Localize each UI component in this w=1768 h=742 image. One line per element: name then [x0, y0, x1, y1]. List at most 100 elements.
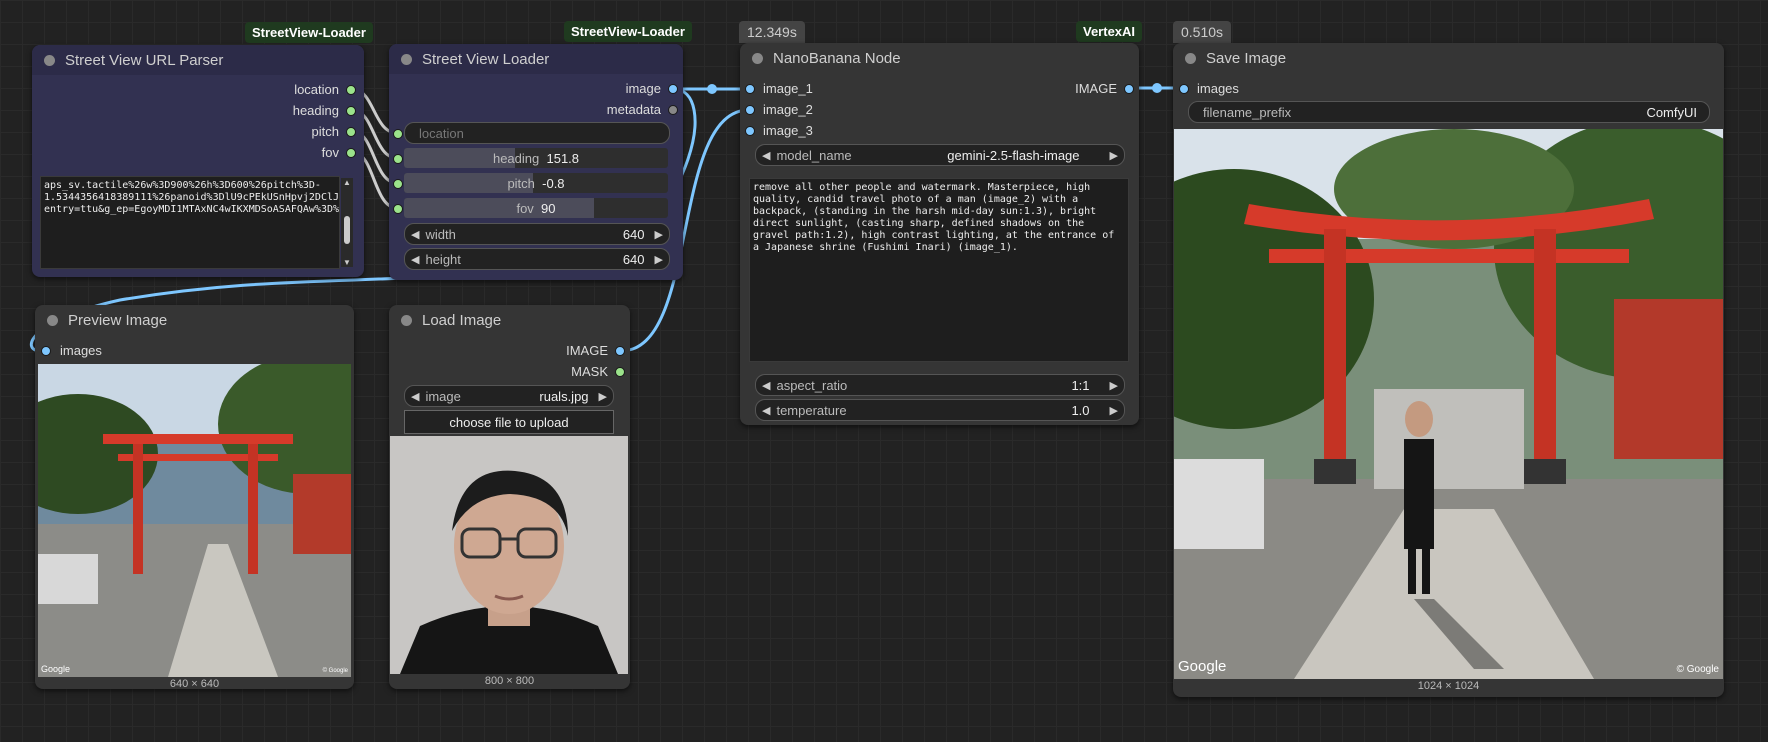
output-slot-fov[interactable]: fov: [322, 145, 356, 160]
height-stepper[interactable]: ◀ height 640 ▶: [404, 248, 670, 270]
output-slot-image[interactable]: image: [626, 81, 678, 96]
input-dot-location[interactable]: [393, 129, 403, 139]
scroll-up-icon[interactable]: ▲: [343, 178, 351, 187]
node-header[interactable]: Street View URL Parser: [32, 45, 364, 75]
node-title: NanoBanana Node: [773, 49, 901, 67]
heading-slider[interactable]: heading 151.8: [404, 148, 668, 168]
node-collapse-dot[interactable]: [752, 52, 763, 64]
output-slot-mask[interactable]: MASK: [571, 364, 625, 379]
node-title: Street View URL Parser: [65, 51, 224, 69]
node-header[interactable]: Preview Image: [35, 305, 354, 335]
arrow-left-icon[interactable]: ◀: [411, 390, 419, 403]
arrow-left-icon[interactable]: ◀: [411, 253, 419, 266]
node-header[interactable]: Street View Loader: [389, 44, 683, 74]
reroute-point-2: [1152, 83, 1162, 93]
node-header[interactable]: Save Image: [1173, 43, 1724, 73]
node-title: Street View Loader: [422, 50, 550, 68]
group-badge: StreetView-Loader: [564, 21, 692, 42]
node-nanobanana[interactable]: NanoBanana Node image_1 image_2 image_3 …: [740, 43, 1139, 425]
group-badge: VertexAI: [1076, 21, 1143, 42]
output-slot-pitch[interactable]: pitch: [312, 124, 356, 139]
slot-dot[interactable]: [615, 366, 625, 377]
input-slot-image-1[interactable]: image_1: [745, 81, 813, 96]
input-slot-images[interactable]: images: [1179, 81, 1239, 96]
loaded-image: [390, 436, 628, 674]
arrow-right-icon[interactable]: ▶: [1110, 379, 1118, 392]
node-url-parser[interactable]: Street View URL Parser location heading …: [32, 45, 364, 277]
arrow-right-icon[interactable]: ▶: [655, 253, 663, 266]
arrow-left-icon[interactable]: ◀: [762, 149, 770, 162]
slot-dot[interactable]: [668, 83, 678, 94]
output-slot-location[interactable]: location: [294, 82, 356, 97]
aspect-ratio-select[interactable]: ◀ aspect_ratio 1:1 ▶: [755, 374, 1125, 396]
width-stepper[interactable]: ◀ width 640 ▶: [404, 223, 670, 245]
image-size-caption: 640 × 640: [169, 678, 220, 690]
input-dot-pitch[interactable]: [393, 179, 403, 189]
input-slot-images[interactable]: images: [41, 343, 102, 358]
node-header[interactable]: NanoBanana Node: [740, 43, 1139, 73]
node-title: Save Image: [1206, 49, 1287, 67]
slot-dot[interactable]: [41, 345, 51, 356]
node-load-image[interactable]: Load Image IMAGE MASK ◀ image ruals.jpg ▶ c…: [389, 305, 630, 689]
node-save-image[interactable]: Save Image images filename_prefix ComfyUI: [1173, 43, 1724, 697]
scrollbar-thumb[interactable]: [344, 216, 350, 244]
node-title: Load Image: [422, 311, 502, 329]
arrow-left-icon[interactable]: ◀: [411, 228, 419, 241]
group-badge: StreetView-Loader: [245, 22, 373, 43]
copyright-label: © Google: [322, 668, 348, 674]
arrow-left-icon[interactable]: ◀: [762, 379, 770, 392]
google-logo: Google: [1178, 658, 1227, 675]
slot-dot[interactable]: [346, 147, 356, 158]
slot-dot[interactable]: [668, 104, 678, 115]
slot-dot[interactable]: [745, 104, 755, 115]
output-slot-image[interactable]: IMAGE: [1075, 81, 1134, 96]
node-collapse-dot[interactable]: [47, 314, 58, 326]
node-canvas[interactable]: StreetView-Loader StreetView-Loader Vert…: [0, 0, 1768, 742]
node-collapse-dot[interactable]: [44, 54, 55, 66]
arrow-left-icon[interactable]: ◀: [762, 404, 770, 417]
model-name-select[interactable]: ◀ model_name gemini-2.5-flash-image ▶: [755, 144, 1125, 166]
node-collapse-dot[interactable]: [401, 53, 412, 65]
slot-dot[interactable]: [615, 345, 625, 356]
input-dot-fov[interactable]: [393, 204, 403, 214]
input-dot-heading[interactable]: [393, 154, 403, 164]
scroll-down-icon[interactable]: ▼: [343, 258, 351, 267]
url-textarea[interactable]: aps_sv.tactile%26w%3D900%26h%3D600%26pit…: [40, 176, 340, 269]
output-slot-metadata[interactable]: metadata: [607, 102, 678, 117]
input-slot-image-3[interactable]: image_3: [745, 123, 813, 138]
image-size-caption: 800 × 800: [484, 675, 535, 687]
arrow-right-icon[interactable]: ▶: [1110, 404, 1118, 417]
node-preview-image[interactable]: Preview Image images Google © Google 640…: [35, 305, 354, 690]
fov-slider[interactable]: fov 90: [404, 198, 668, 218]
arrow-right-icon[interactable]: ▶: [599, 390, 607, 403]
copyright-label: © Google: [1676, 664, 1719, 675]
output-slot-image[interactable]: IMAGE: [566, 343, 625, 358]
slot-dot[interactable]: [346, 126, 356, 137]
pitch-slider[interactable]: pitch -0.8: [404, 173, 668, 193]
reroute-point-1: [707, 84, 717, 94]
node-collapse-dot[interactable]: [1185, 52, 1196, 64]
node-header[interactable]: Load Image: [389, 305, 630, 335]
arrow-right-icon[interactable]: ▶: [655, 228, 663, 241]
input-slot-image-2[interactable]: image_2: [745, 102, 813, 117]
scrollbar[interactable]: ▲ ▼: [341, 178, 353, 267]
image-select[interactable]: ◀ image ruals.jpg ▶: [404, 385, 614, 407]
google-logo: Google: [41, 664, 71, 674]
image-size-caption: 1024 × 1024: [1417, 680, 1480, 692]
slot-dot[interactable]: [1124, 83, 1134, 94]
prompt-textarea[interactable]: remove all other people and watermark. M…: [749, 178, 1129, 362]
slot-dot[interactable]: [745, 83, 755, 94]
location-input[interactable]: location: [404, 122, 670, 144]
node-streetview-loader[interactable]: Street View Loader image metadata locati…: [389, 44, 683, 280]
filename-prefix-input[interactable]: filename_prefix ComfyUI: [1188, 101, 1710, 123]
slot-dot[interactable]: [346, 105, 356, 116]
slot-dot[interactable]: [1179, 83, 1189, 94]
temperature-stepper[interactable]: ◀ temperature 1.0 ▶: [755, 399, 1125, 421]
node-collapse-dot[interactable]: [401, 314, 412, 326]
arrow-right-icon[interactable]: ▶: [1110, 149, 1118, 162]
output-slot-heading[interactable]: heading: [293, 103, 356, 118]
choose-file-button[interactable]: choose file to upload: [404, 410, 614, 434]
execution-time-badge: 12.349s: [739, 21, 805, 43]
slot-dot[interactable]: [346, 84, 356, 95]
slot-dot[interactable]: [745, 125, 755, 136]
